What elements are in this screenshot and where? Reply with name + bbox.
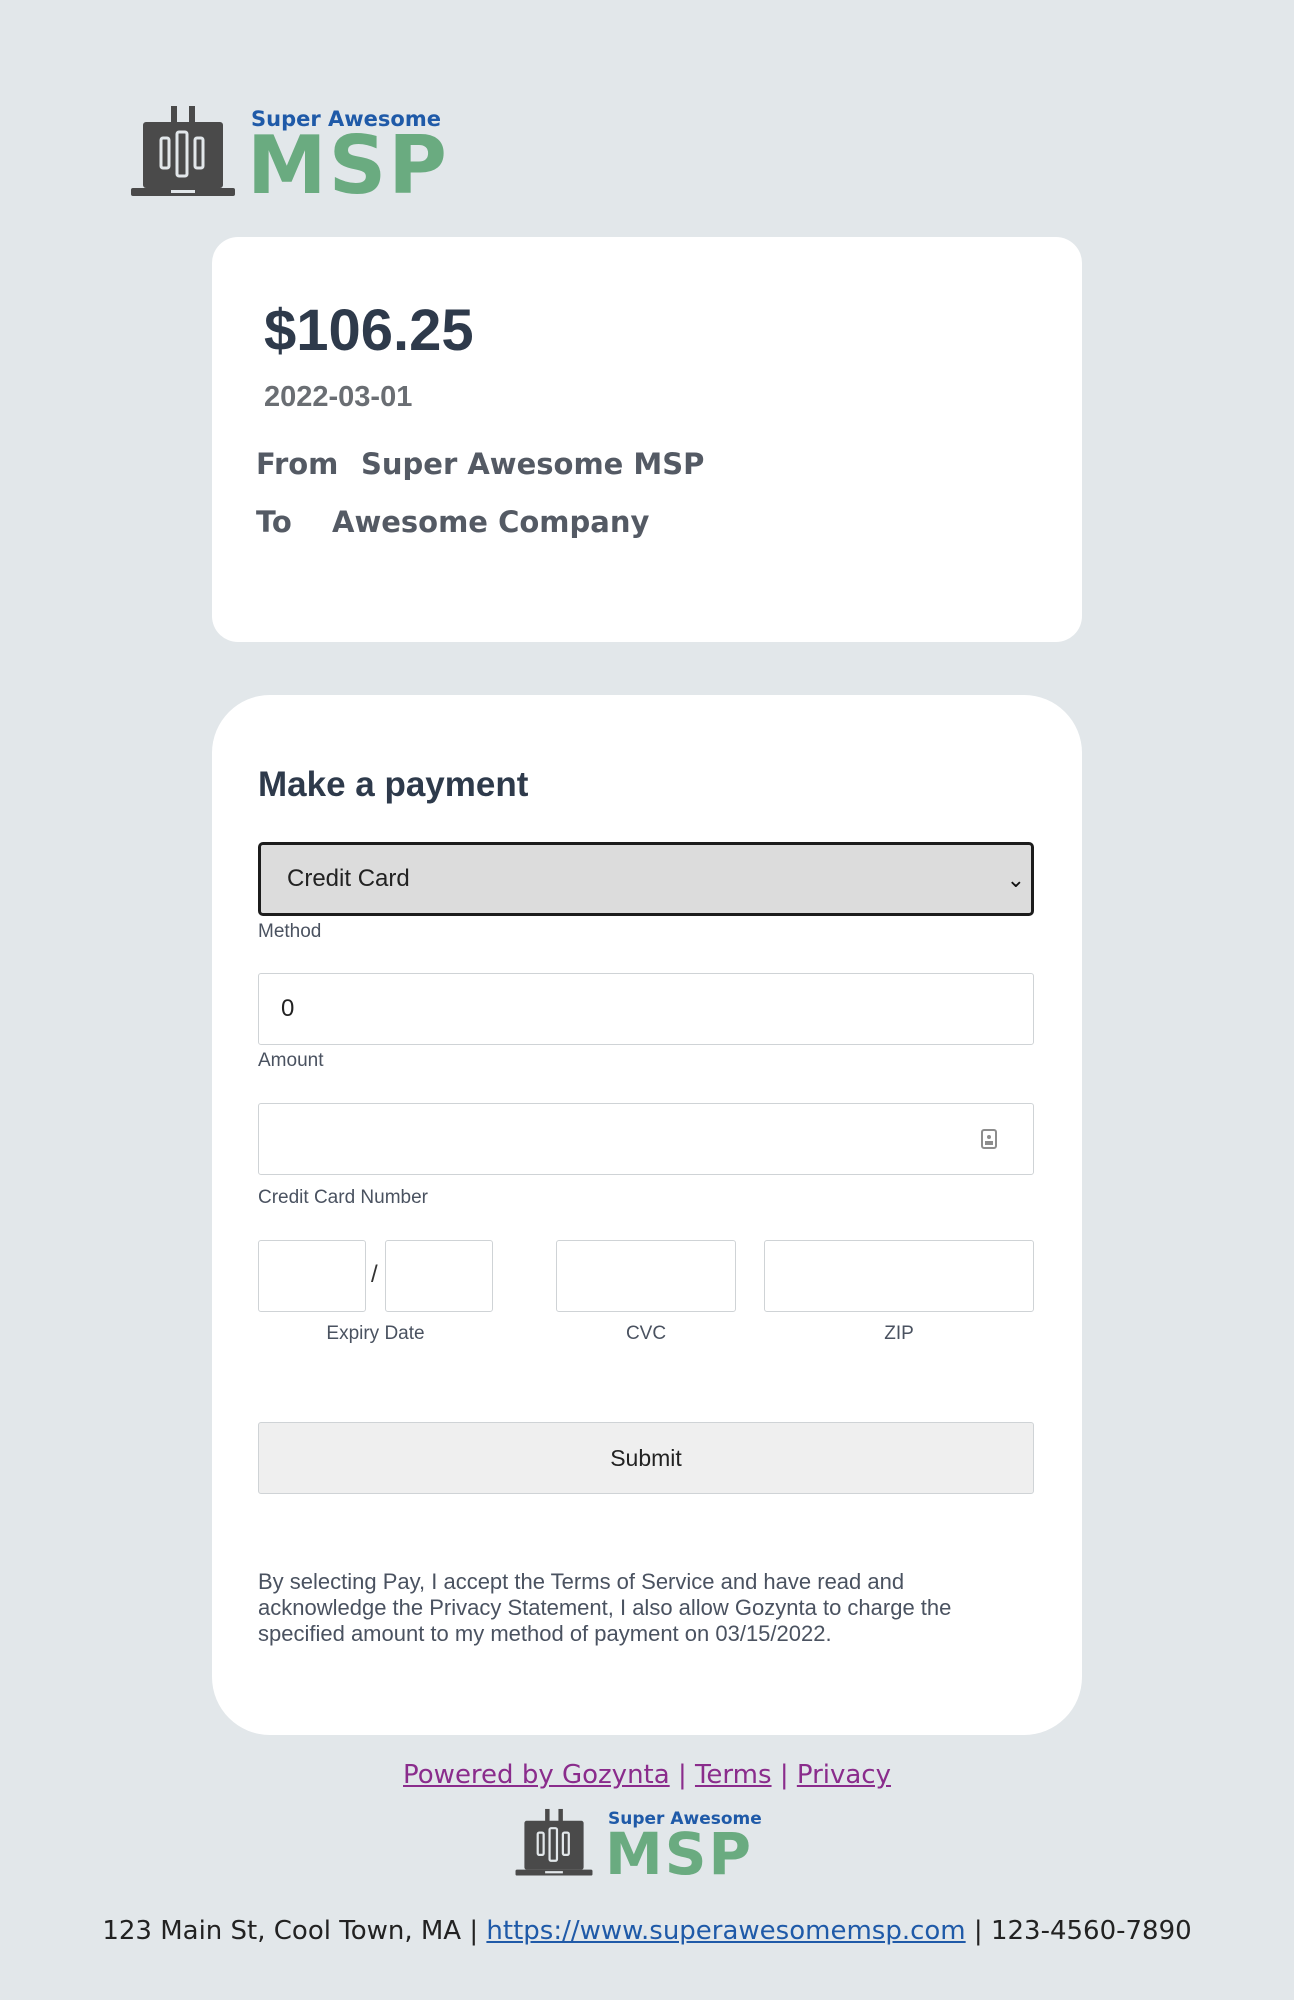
website-link[interactable]: https://www.superawesomemsp.com [486,1916,965,1946]
expiry-separator: / [371,1261,378,1288]
from-row: From Super Awesome MSP [256,447,704,481]
expiry-year-input[interactable] [385,1240,493,1312]
legal-text: By selecting Pay, I accept the Terms of … [258,1569,952,1646]
laptop-tools-icon [515,1808,593,1876]
zip-label: ZIP [884,1323,914,1344]
to-row: To Awesome Company [256,505,649,539]
cvc-input[interactable] [556,1240,736,1312]
footer-separator: | [779,1760,789,1790]
expiry-month-input[interactable] [258,1240,366,1312]
cvc-label: CVC [625,1323,667,1344]
from-label: From [256,447,339,481]
expiry-label: Expiry Date [326,1323,425,1344]
method-label: Method [258,921,322,942]
laptop-tools-icon [131,106,235,196]
to-label: To [256,505,292,539]
amount-input[interactable]: 0 [258,973,1034,1045]
invoice-summary-card: $106.25 2022-03-01 From Super Awesome MSP… [212,237,1082,642]
header-logo: Super Awesome MSP [131,102,449,212]
terms-link[interactable]: Terms [695,1760,772,1790]
amount-input-value: 0 [281,995,295,1022]
payment-card: Make a payment Credit Card ⌄ Method 0 Am… [212,695,1082,1735]
method-select[interactable]: Credit Card ⌄ [258,842,1034,916]
footer-separator: | [973,1916,983,1946]
footer-logo: Super Awesome MSP [515,1806,762,1888]
to-value: Awesome Company [332,505,650,539]
amount-label: Amount [258,1050,324,1071]
invoice-date: 2022-03-01 [264,381,413,413]
card-number-label: Credit Card Number [258,1187,428,1208]
card-number-input[interactable] [258,1103,1034,1175]
method-select-value: Credit Card [287,865,410,892]
submit-button[interactable]: Submit [258,1422,1034,1494]
from-value: Super Awesome MSP [361,447,705,481]
brand-line2: MSP [605,1820,753,1888]
brand-line2: MSP [247,119,449,212]
contact-card-icon[interactable] [981,1129,997,1149]
invoice-amount: $106.25 [264,298,474,363]
footer-separator: | [469,1916,479,1946]
address: 123 Main St, Cool Town, MA [102,1916,462,1946]
footer-links: Powered by Gozynta | Terms | Privacy [0,1760,1294,1790]
powered-by-link[interactable]: Powered by Gozynta [403,1760,670,1790]
privacy-link[interactable]: Privacy [797,1760,891,1790]
chevron-down-icon: ⌄ [1006,867,1025,892]
footer-separator: | [677,1760,687,1790]
zip-input[interactable] [764,1240,1034,1312]
footer-address-line: 123 Main St, Cool Town, MA | https://www… [0,1916,1294,1946]
payment-title: Make a payment [258,765,529,804]
phone: 123-4560-7890 [990,1916,1192,1946]
